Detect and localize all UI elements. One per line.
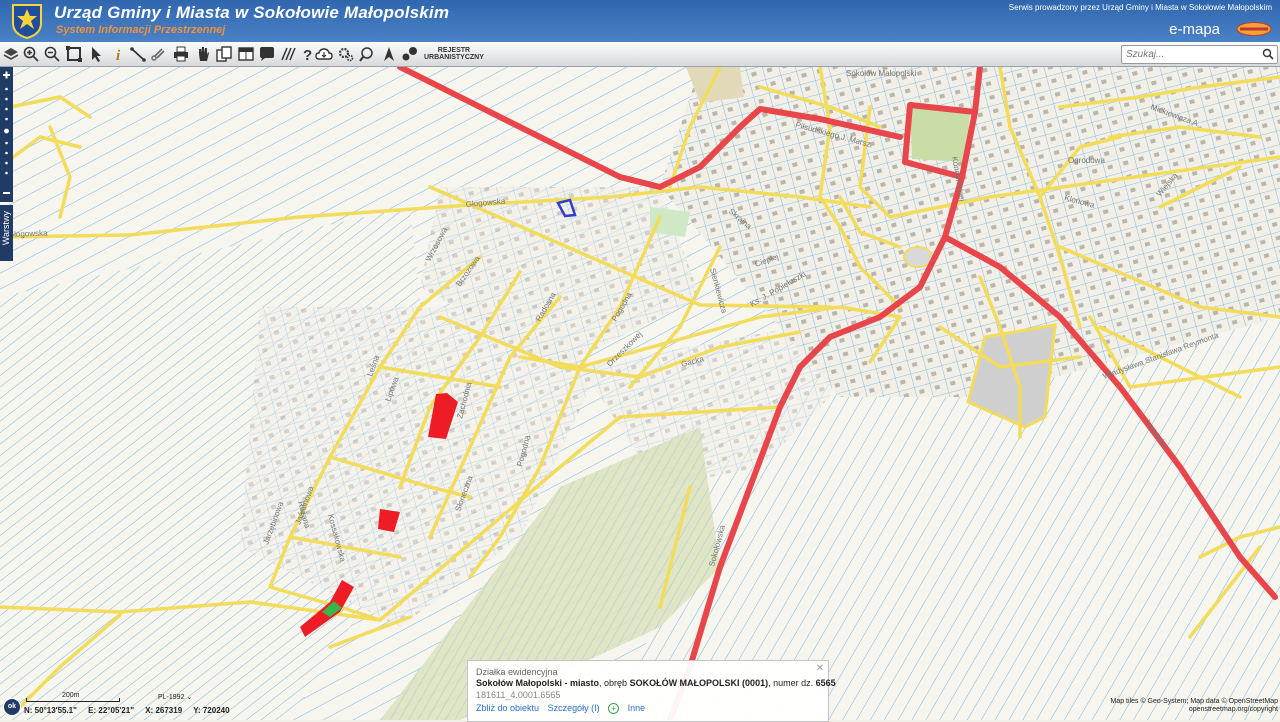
ok-button[interactable]: ok [3,698,21,716]
scale-line [26,698,120,702]
map-toolbar: i ? REJESTR URBANISTYCZNY [0,42,1280,67]
parcel-number: 6565 [815,678,836,688]
street-label: Ogrodowa [1068,156,1105,165]
notes-icon[interactable] [401,45,419,63]
crs-value: PL-1992 [158,694,185,701]
chevron-down-icon: ⌄ [186,694,193,701]
municipal-crest-logo [12,4,42,39]
compass-icon[interactable] [380,45,398,63]
popup-links: Zbliż do obiektu Szczegóły (I) + Inne [476,703,651,715]
urban-registry-button[interactable]: REJESTR URBANISTYCZNY [424,47,484,61]
search-box [1121,45,1278,64]
details-link[interactable]: Szczegóły (I) [548,703,600,713]
brand-name: e-mapa [1169,21,1220,38]
latitude: N: 50°13'55.1" [24,706,77,715]
x-coordinate: X: 267319 [145,706,183,715]
layers-tab-label: Warstwy [1,211,11,246]
app-header: Urząd Gminy i Miasta w Sokołowie Małopol… [0,0,1280,42]
svg-text:i: i [116,48,121,63]
plus-icon[interactable]: + [608,703,620,715]
precinct: SOKOŁÓW MAŁOPOLSKI (0001) [629,678,769,688]
map-attribution: Map tiles © Geo-System; Map data © OpenS… [1111,698,1279,714]
popup-description: Sokołów Małopolski - miasto, obręb SOKOŁ… [476,678,836,688]
parcel-id: 181611_4.0001.6565 [476,690,561,700]
zoom-in-icon[interactable] [22,45,40,63]
street-label: Sokołów Małopolski [846,69,916,78]
desc-sep1: , obręb [599,678,630,688]
registry-line1: REJESTR [437,47,471,54]
print-icon[interactable] [172,45,190,63]
search-icon[interactable] [1262,48,1274,60]
other-link[interactable]: Inne [628,703,646,713]
street-label: Głogowska [8,229,48,239]
registry-line2: URBANISTYCZNY [424,54,484,61]
emapa-logo [1236,22,1272,36]
map-canvas[interactable]: Sokołów Małopolski Głogowska Głogowska W… [0,67,1280,720]
svg-text:?: ? [303,47,312,63]
comment-icon[interactable] [258,45,276,63]
longitude: E: 22°05'21" [88,706,134,715]
info-icon[interactable]: i [109,45,127,63]
municipality: Sokołów Małopolski - miasto [476,678,600,688]
close-icon[interactable]: ✕ [815,664,825,674]
zoom-extent-icon[interactable] [65,45,83,63]
hatch-icon[interactable] [280,45,298,63]
desc-sep2: , numer dz. [768,678,816,688]
page-title: Urząd Gminy i Miasta w Sokołowie Małopol… [54,3,450,22]
cloud-icon[interactable] [315,45,333,63]
service-note: Serwis prowadzony przez Urząd Gminy i Mi… [1008,3,1272,12]
link-icon[interactable] [150,45,168,63]
y-coordinate: Y: 720240 [193,706,230,715]
coordinate-readout: N: 50°13'55.1" E: 22°05'21" X: 267319 Y:… [24,706,239,715]
select-arrow-icon[interactable] [88,45,106,63]
popup-title: Działka ewidencyjna [476,667,558,677]
crs-select[interactable]: PL-1992 ⌄ [158,693,212,702]
zoom-out-icon[interactable] [43,45,61,63]
settings-icon[interactable] [337,45,355,63]
attribution-line2[interactable]: openstreetmap.org/copyright [1111,706,1278,714]
scale-bar: 200m [22,692,122,702]
hand-icon[interactable] [194,45,212,63]
layers-panel-tab[interactable]: Warstwy [0,205,13,261]
measure-distance-icon[interactable] [129,45,147,63]
zoom-to-object-link[interactable]: Zbliż do obiektu [476,703,539,713]
copy-icon[interactable] [215,45,233,63]
page-subtitle: System Informacji Przestrzennej [56,24,226,36]
table-icon[interactable] [237,45,255,63]
parcel-info-popup: Działka ewidencyjna ✕ Sokołów Małopolski… [467,660,836,722]
search-input[interactable] [1126,48,1254,61]
find-icon[interactable] [358,45,376,63]
attribution-line1: Map tiles © Geo-System; Map data © OpenS… [1110,698,1279,705]
zoom-slider[interactable] [0,67,13,202]
layers-icon[interactable] [2,45,20,63]
